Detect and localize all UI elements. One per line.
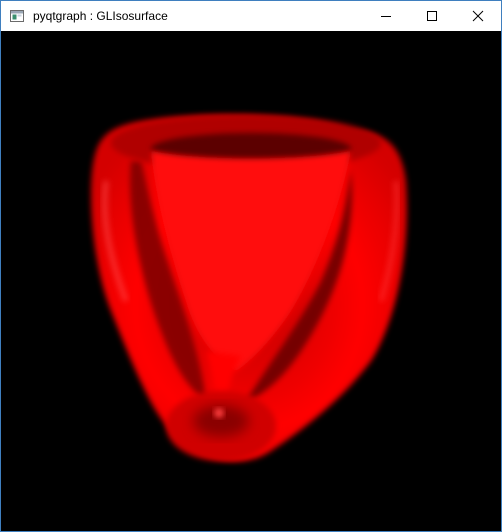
gl-viewport[interactable] [1, 31, 501, 531]
maximize-button[interactable] [409, 1, 455, 31]
maximize-icon [427, 11, 437, 21]
close-icon [472, 10, 484, 22]
isosurface-render [91, 114, 407, 462]
minimize-button[interactable] [363, 1, 409, 31]
app-window: pyqtgraph : GLIsosurface [0, 0, 502, 532]
stalk-base [214, 408, 224, 418]
minimize-icon [381, 16, 391, 17]
window-title: pyqtgraph : GLIsosurface [33, 9, 168, 23]
window-app-icon[interactable] [9, 8, 25, 24]
title-bar[interactable]: pyqtgraph : GLIsosurface [1, 1, 501, 31]
close-button[interactable] [455, 1, 501, 31]
